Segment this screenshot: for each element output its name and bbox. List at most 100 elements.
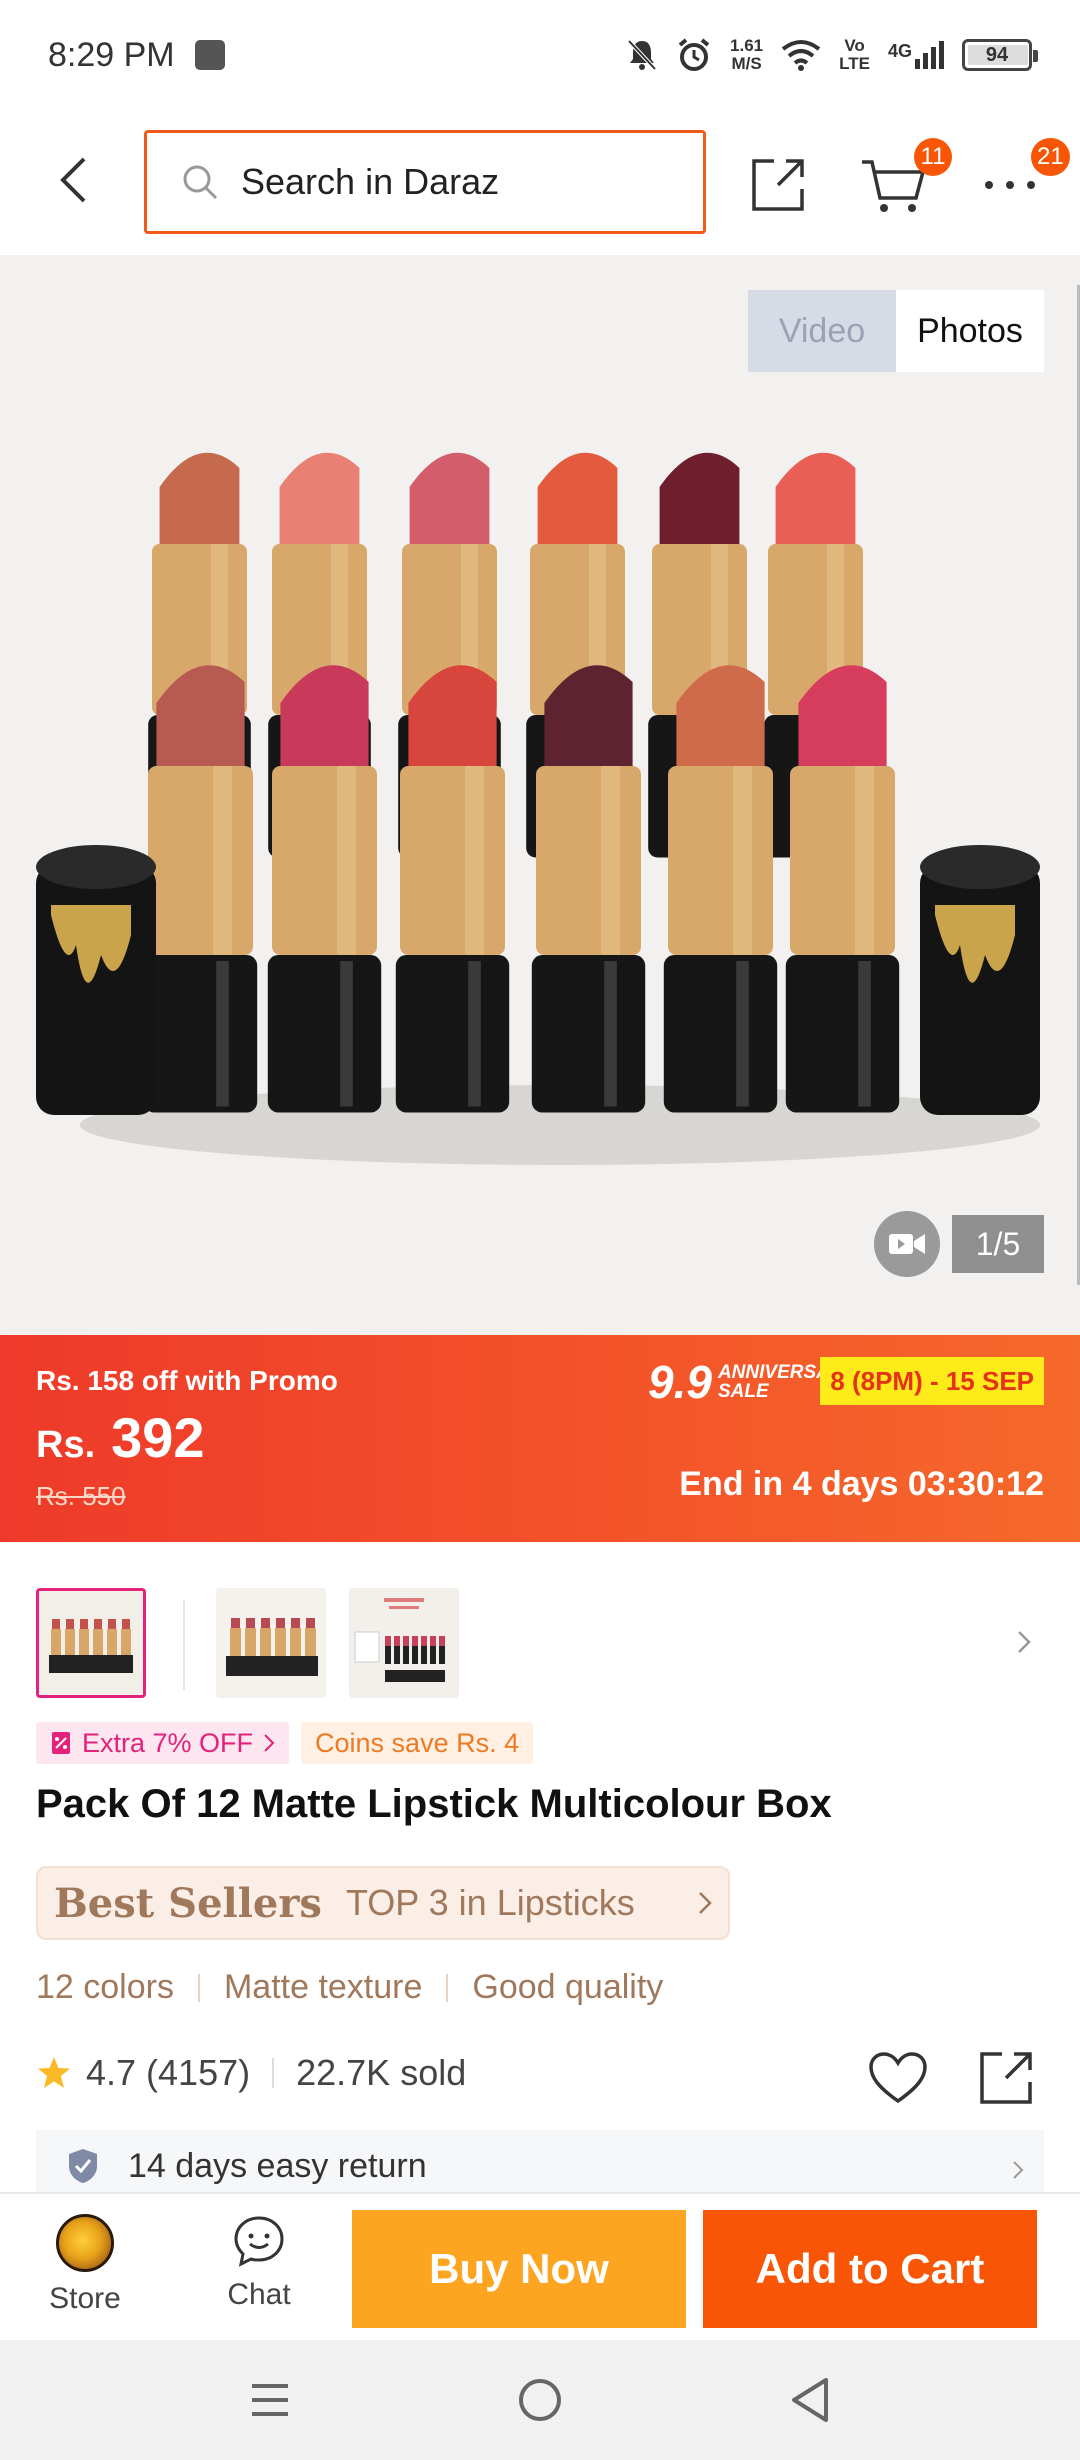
- alarm-icon: [678, 38, 710, 71]
- product-features: 12 colors Matte texture Good quality: [36, 1968, 663, 2007]
- rating-row[interactable]: 4.7 (4157) 22.7K sold: [36, 2052, 466, 2094]
- cart-badge: 11: [914, 138, 952, 176]
- status-icons: 1.61 M/S Vo LTE 4G 94: [626, 37, 1038, 73]
- triangle-back-icon: [792, 2378, 828, 2422]
- chat-button[interactable]: Chat: [204, 2214, 314, 2312]
- network-type: 4G: [887, 41, 912, 61]
- share-product-button[interactable]: [974, 2046, 1038, 2110]
- extra-off-label: Extra 7% OFF: [82, 1727, 254, 1758]
- status-bar: 8:29 PM 1.61 M/S Vo LTE 4G 94: [0, 0, 1080, 110]
- store-label: Store: [49, 2282, 121, 2315]
- notification-icon: [194, 40, 225, 70]
- lipstick-cap-left-top: [36, 845, 156, 889]
- lipstick-base-highlight-front-1: [340, 961, 353, 1107]
- promo-tags: Extra 7% OFF Coins save Rs. 4: [36, 1722, 534, 1764]
- search-input[interactable]: Search in Daraz: [144, 130, 706, 234]
- feature-separator: [446, 1973, 449, 2002]
- store-button[interactable]: Store: [30, 2214, 140, 2316]
- lipstick-tube-front-4: [668, 766, 773, 955]
- video-play-button[interactable]: [874, 1211, 940, 1277]
- back-button[interactable]: [48, 150, 98, 210]
- menu-lines-icon: [252, 2384, 288, 2416]
- lipstick-base-highlight-front-3: [604, 961, 617, 1107]
- heart-icon: [869, 2052, 927, 2104]
- search-placeholder: Search in Daraz: [241, 161, 500, 202]
- lipstick-tube-highlight-front-1: [337, 766, 356, 955]
- lipstick-base-front-0: [143, 955, 258, 1113]
- product-title: Pack Of 12 Matte Lipstick Multicolour Bo…: [36, 1782, 832, 1826]
- circle-home-icon: [519, 2379, 561, 2421]
- status-time: 8:29 PM: [48, 35, 175, 74]
- tab-video[interactable]: Video: [748, 290, 896, 372]
- cart-button[interactable]: 11: [858, 138, 952, 220]
- thumbnail-2[interactable]: [216, 1588, 326, 1698]
- feature-item: Matte texture: [223, 1968, 423, 2006]
- thumbnail-image: [349, 1588, 459, 1698]
- buy-now-button[interactable]: Buy Now: [352, 2210, 686, 2328]
- recent-apps-button[interactable]: [240, 2370, 300, 2430]
- lipstick-base-front-1: [267, 955, 382, 1113]
- lipstick-base-front-4: [663, 955, 778, 1113]
- lipstick-base-highlight-front-5: [858, 961, 871, 1107]
- coins-tag[interactable]: Coins save Rs. 4: [301, 1722, 534, 1764]
- lipstick-tube-front-1: [272, 766, 377, 955]
- rating-separator: [272, 2058, 275, 2088]
- promo-text: Rs. 158 off with Promo: [36, 1365, 338, 1396]
- product-image-gallery[interactable]: Video Photos 1/5: [0, 255, 1080, 1335]
- sale-number: 9.9: [648, 1356, 712, 1408]
- lipstick-base-front-2: [395, 955, 510, 1113]
- chevron-right-icon: [1013, 2161, 1024, 2179]
- volte-indicator: Vo LTE: [839, 37, 870, 73]
- add-to-cart-button[interactable]: Add to Cart: [703, 2210, 1037, 2328]
- share-button[interactable]: [743, 150, 813, 220]
- bell-muted-icon: [627, 39, 657, 71]
- tab-photos[interactable]: Photos: [896, 290, 1044, 372]
- lipstick-tube-highlight-front-3: [601, 766, 620, 955]
- volte-top: Vo: [844, 36, 865, 55]
- chevron-right-icon: [699, 1892, 712, 1914]
- more-button[interactable]: 21: [975, 138, 1070, 220]
- signal-icon: 4G: [888, 41, 944, 69]
- chevron-right-icon: [1018, 1631, 1031, 1653]
- more-dots-icon: [985, 181, 1035, 189]
- volte-bottom: LTE: [839, 54, 870, 73]
- thumbnail-3[interactable]: [349, 1588, 459, 1698]
- voucher-icon: [52, 1732, 70, 1754]
- image-counter: 1/5: [952, 1215, 1044, 1273]
- best-sellers-banner[interactable]: Best Sellers TOP 3 in Lipsticks: [36, 1866, 730, 1940]
- lipstick-tube-highlight-front-2: [465, 766, 484, 955]
- lipstick-base-highlight-front-0: [216, 961, 229, 1107]
- promo-banner: Rs. 158 off with Promo Rs. 392 Rs. 550 9…: [0, 1335, 1080, 1542]
- thumbnails-more-button[interactable]: [1004, 1622, 1044, 1662]
- thumbnail-1[interactable]: [36, 1588, 146, 1698]
- price-currency: Rs.: [36, 1424, 96, 1466]
- lipstick-base-front-3: [531, 955, 646, 1113]
- return-policy-text: 14 days easy return: [128, 2146, 427, 2185]
- price: Rs. 392: [36, 1405, 205, 1470]
- media-toggle: Video Photos: [748, 290, 1044, 372]
- lipstick-tube-front-2: [400, 766, 505, 955]
- back-nav-button[interactable]: [780, 2370, 840, 2430]
- home-button[interactable]: [510, 2370, 570, 2430]
- battery-level: 94: [985, 43, 1009, 66]
- best-sellers-rank: TOP 3 in Lipsticks: [345, 1882, 635, 1923]
- sale-dates: 8 (8PM) - 15 SEP: [820, 1357, 1044, 1405]
- star-icon: [38, 2057, 70, 2088]
- feature-item: Good quality: [472, 1968, 664, 2006]
- more-badge: 21: [1031, 138, 1070, 176]
- net-speed: 1.61 M/S: [730, 37, 763, 73]
- chat-icon: [234, 2216, 284, 2267]
- feature-item: 12 colors: [36, 1968, 174, 2006]
- system-nav-bar: [0, 2340, 1080, 2460]
- chevron-left-icon: [60, 157, 86, 203]
- lipstick-cap-right: [920, 865, 1040, 1115]
- product-image: [36, 452, 1040, 1165]
- price-amount: 392: [111, 1406, 205, 1469]
- best-sellers-label: Best Sellers: [54, 1879, 322, 1927]
- lipstick-bullet-back-4: [659, 452, 740, 544]
- video-camera-icon: [889, 1234, 925, 1254]
- lipstick-tube-front-3: [536, 766, 641, 955]
- extra-off-tag[interactable]: Extra 7% OFF: [36, 1722, 290, 1764]
- share-icon: [980, 2052, 1032, 2104]
- wishlist-button[interactable]: [866, 2046, 930, 2110]
